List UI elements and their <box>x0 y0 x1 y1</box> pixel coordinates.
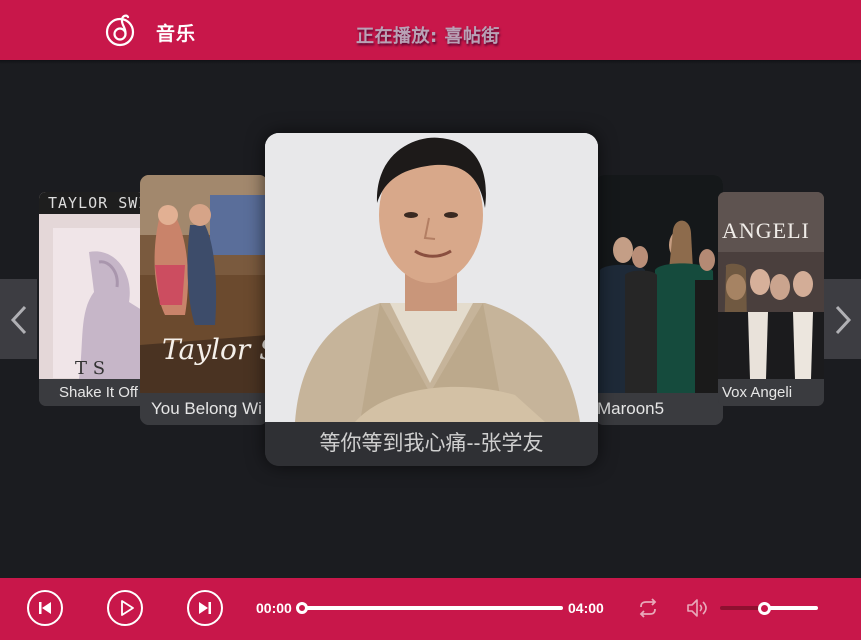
carousel-next-button[interactable] <box>824 279 861 359</box>
album-caption: Maroon5 <box>595 393 723 425</box>
album-card-current[interactable]: 等你等到我心痛--张学友 <box>265 133 598 466</box>
album-caption: You Belong Wi <box>140 393 268 425</box>
album-cover <box>595 175 723 393</box>
volume-slider[interactable] <box>766 606 818 610</box>
music-note-logo-icon <box>105 14 135 47</box>
album-cover: T S TAYLOR SWI <box>39 192 145 379</box>
album-card-you-belong-with-me[interactable]: Taylor S You Belong Wi <box>140 175 268 425</box>
now-playing-text: 正在播放: 喜帖街 <box>356 26 500 47</box>
art-text-taylor-swift: TAYLOR SWI <box>48 194 145 212</box>
play-icon <box>121 600 134 616</box>
album-caption: Vox Angeli <box>718 379 824 406</box>
app-title: 音乐 <box>156 23 197 45</box>
total-time: 04:00 <box>568 600 604 616</box>
player-bar: 00:00 04:00 <box>0 578 861 640</box>
album-cover: ANGELI <box>718 192 824 379</box>
header-bar: 音乐 正在播放: 喜帖街 <box>0 0 861 60</box>
album-caption: Shake It Off <box>39 379 145 406</box>
progress-handle[interactable] <box>296 602 308 614</box>
album-caption-current: 等你等到我心痛--张学友 <box>265 422 598 466</box>
next-track-button[interactable] <box>187 590 223 626</box>
album-card-maroon5[interactable]: Maroon5 <box>595 175 723 425</box>
album-card-vox-angeli[interactable]: ANGELI Vox Angeli <box>718 192 824 406</box>
chevron-left-icon <box>10 305 27 335</box>
current-time: 00:00 <box>256 600 292 616</box>
progress-bar[interactable] <box>300 606 563 610</box>
album-carousel: T S TAYLOR SWI Shake It Off Taylor S You… <box>0 64 861 578</box>
play-button[interactable] <box>107 590 143 626</box>
album-cover <box>265 133 598 422</box>
skip-previous-icon <box>39 602 51 614</box>
volume-handle[interactable] <box>758 602 771 615</box>
repeat-icon[interactable] <box>637 597 659 619</box>
carousel-prev-button[interactable] <box>0 279 37 359</box>
volume-icon[interactable] <box>686 597 710 619</box>
art-text-ts: T S <box>75 358 105 379</box>
previous-track-button[interactable] <box>27 590 63 626</box>
art-text-taylor: Taylor S <box>162 333 268 366</box>
art-text-angeli: ANGELI <box>722 218 810 243</box>
album-cover: Taylor S <box>140 175 268 393</box>
chevron-right-icon <box>835 305 852 335</box>
skip-next-icon <box>199 602 211 614</box>
album-card-shake-it-off[interactable]: T S TAYLOR SWI Shake It Off <box>39 192 145 406</box>
